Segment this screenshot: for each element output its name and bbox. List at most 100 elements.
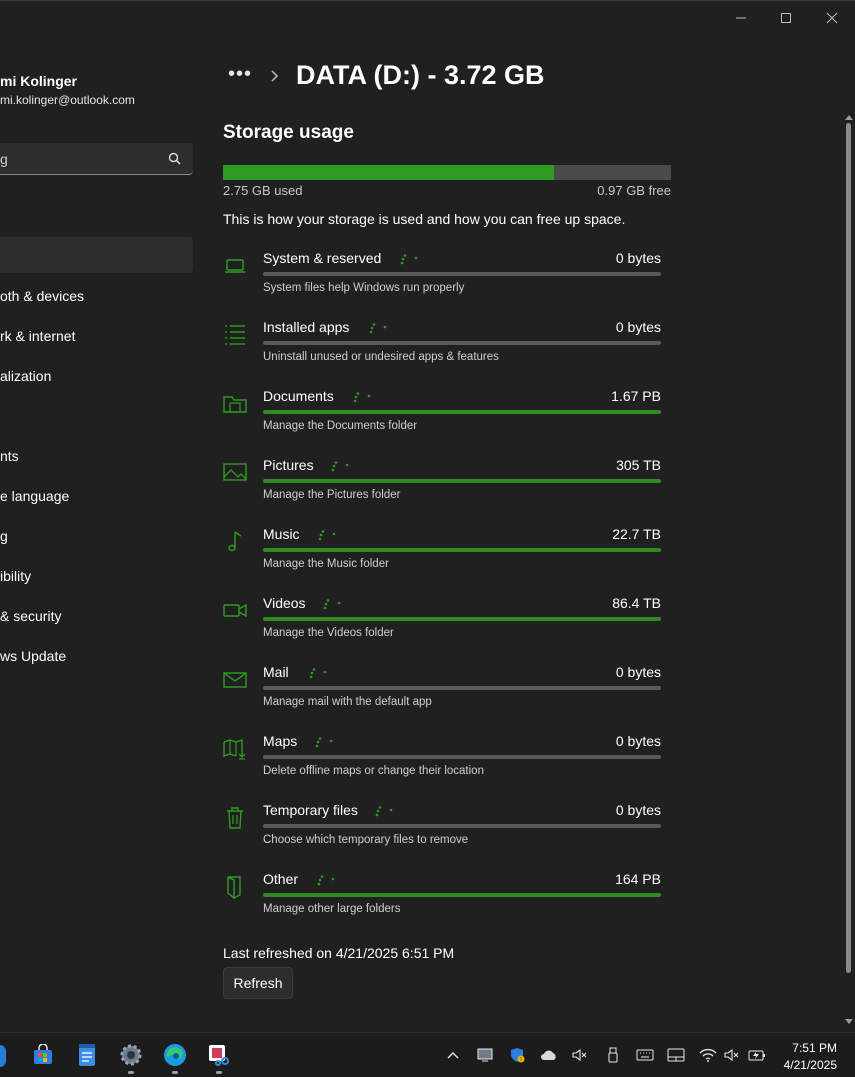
category-usage-bar (263, 341, 661, 345)
sidebar-item-privacy-security[interactable]: & security (0, 608, 61, 624)
sidebar-item-accounts[interactable]: nts (0, 448, 19, 464)
last-refreshed: Last refreshed on 4/21/2025 6:51 PM (223, 945, 455, 961)
settings-icon[interactable] (118, 1042, 144, 1068)
running-indicator (172, 1071, 178, 1074)
sidebar-item-time-language[interactable]: e language (0, 488, 69, 504)
category-usage-bar (263, 272, 661, 276)
scroll-up-icon[interactable] (844, 113, 854, 121)
video-camera-icon (222, 597, 248, 623)
documents-folder-icon (222, 390, 248, 416)
sidebar-item-gaming[interactable]: g (0, 528, 8, 544)
notepad-icon[interactable] (74, 1042, 100, 1068)
category-description: Manage the Pictures folder (263, 489, 401, 501)
category-size: 0 bytes (615, 250, 661, 266)
sidebar-item-network[interactable]: rk & internet (0, 328, 75, 344)
storage-category-maps[interactable]: Maps 0 bytes Delete offline maps or change… (220, 733, 665, 793)
other-folder-icon (222, 873, 248, 900)
touchpad-icon[interactable] (667, 1047, 685, 1063)
defender-icon[interactable]: ! (508, 1047, 526, 1063)
category-size: 0 bytes (615, 733, 661, 749)
sidebar-item-bluetooth[interactable]: oth & devices (0, 288, 84, 304)
music-note-icon (222, 528, 248, 554)
storage-category-music[interactable]: Music 22.7 TB Manage the Music folder (220, 526, 665, 586)
wifi-icon[interactable] (699, 1047, 717, 1063)
storage-category-mail[interactable]: Mail 0 bytes Manage mail with the default … (220, 664, 665, 724)
apps-list-icon (222, 321, 248, 347)
category-description: Uninstall unused or undesired apps & fea… (263, 351, 499, 363)
loading-spinner-icon (331, 460, 353, 474)
storage-usage-fill (223, 165, 555, 180)
category-usage-bar (263, 824, 661, 828)
storage-category-temporary-files[interactable]: Temporary files 0 bytes Choose which tempo… (220, 802, 665, 862)
category-usage-bar (263, 479, 661, 483)
refresh-button[interactable]: Refresh (223, 967, 293, 999)
usb-icon[interactable] (604, 1047, 622, 1063)
loading-spinner-icon (375, 805, 397, 819)
category-description: System files help Windows run properly (263, 282, 465, 294)
storage-description: This is how your storage is used and how… (223, 211, 626, 227)
category-usage-bar (263, 410, 661, 414)
mail-icon (222, 666, 248, 692)
category-description: Manage the Videos folder (263, 627, 394, 639)
taskbar: ! 7:51 PM 4/21/2025 (0, 1032, 855, 1077)
minimize-button[interactable] (726, 7, 756, 29)
breadcrumb-more-button[interactable]: ••• (228, 63, 252, 86)
minimize-icon (736, 17, 746, 19)
chevron-up-icon[interactable] (444, 1047, 462, 1063)
trash-icon (222, 804, 248, 830)
battery-charging-icon[interactable] (748, 1047, 766, 1063)
category-name: Temporary files (263, 802, 358, 818)
edge-icon[interactable] (162, 1042, 188, 1068)
screen-icon[interactable] (476, 1047, 494, 1063)
maximize-icon (781, 13, 791, 23)
storage-category-other[interactable]: Other 164 PB Manage other large folders (220, 871, 665, 931)
scroll-down-icon[interactable] (844, 1018, 854, 1026)
category-name: Mail (263, 664, 289, 680)
storage-category-installed-apps[interactable]: Installed apps 0 bytes Uninstall unused or… (220, 319, 665, 379)
chevron-right-icon (271, 70, 279, 82)
category-description: Choose which temporary files to remove (263, 834, 469, 846)
maximize-button[interactable] (771, 7, 801, 29)
page-title: DATA (D:) - 3.72 GB (296, 60, 545, 90)
scrollbar-thumb[interactable] (846, 123, 851, 973)
category-name: Pictures (263, 457, 314, 473)
snipping-tool-icon[interactable] (206, 1042, 232, 1068)
clock-date[interactable]: 4/21/2025 (784, 1058, 837, 1072)
category-usage-fill (263, 548, 661, 552)
category-size: 1.67 PB (611, 388, 661, 404)
running-indicator (128, 1071, 134, 1074)
sidebar-item-personalization[interactable]: alization (0, 368, 51, 384)
svg-text:!: ! (520, 1057, 522, 1063)
close-button[interactable] (817, 7, 847, 29)
storage-category-documents[interactable]: Documents 1.67 PB Manage the Documents fol… (220, 388, 665, 448)
loading-spinner-icon (318, 529, 340, 543)
category-name: Other (263, 871, 299, 887)
loading-spinner-icon (315, 736, 337, 750)
category-size: 0 bytes (615, 664, 661, 680)
onedrive-icon[interactable] (540, 1047, 558, 1063)
category-usage-fill (263, 617, 661, 621)
search-icon (168, 152, 181, 165)
mute-icon[interactable] (571, 1047, 589, 1063)
sidebar-item-system[interactable] (0, 237, 193, 273)
storage-category-videos[interactable]: Videos 86.4 TB Manage the Videos folder (220, 595, 665, 655)
storage-category-system-reserved[interactable]: System & reserved 0 bytes System files hel… (220, 250, 665, 310)
clock-time[interactable]: 7:51 PM (792, 1041, 837, 1055)
loading-spinner-icon (309, 667, 331, 681)
store-icon[interactable] (30, 1042, 56, 1068)
settings-window: mi Kolinger mi.kolinger@outlook.com g ot… (0, 0, 855, 1032)
partial-app-icon[interactable] (0, 1045, 6, 1067)
storage-category-pictures[interactable]: Pictures 305 TB Manage the Pictures folder (220, 457, 665, 517)
category-description: Manage the Documents folder (263, 420, 418, 432)
sidebar-item-windows-update[interactable]: ws Update (0, 648, 66, 664)
search-value: g (0, 151, 8, 167)
keyboard-icon[interactable] (636, 1047, 654, 1063)
sidebar-item-accessibility[interactable]: ibility (0, 568, 31, 584)
loading-spinner-icon (369, 322, 391, 336)
loading-spinner-icon (353, 391, 375, 405)
search-input[interactable]: g (0, 143, 193, 175)
category-name: Videos (263, 595, 306, 611)
category-usage-bar (263, 617, 661, 621)
volume-muted-icon[interactable] (723, 1047, 741, 1063)
category-usage-fill (263, 893, 661, 897)
